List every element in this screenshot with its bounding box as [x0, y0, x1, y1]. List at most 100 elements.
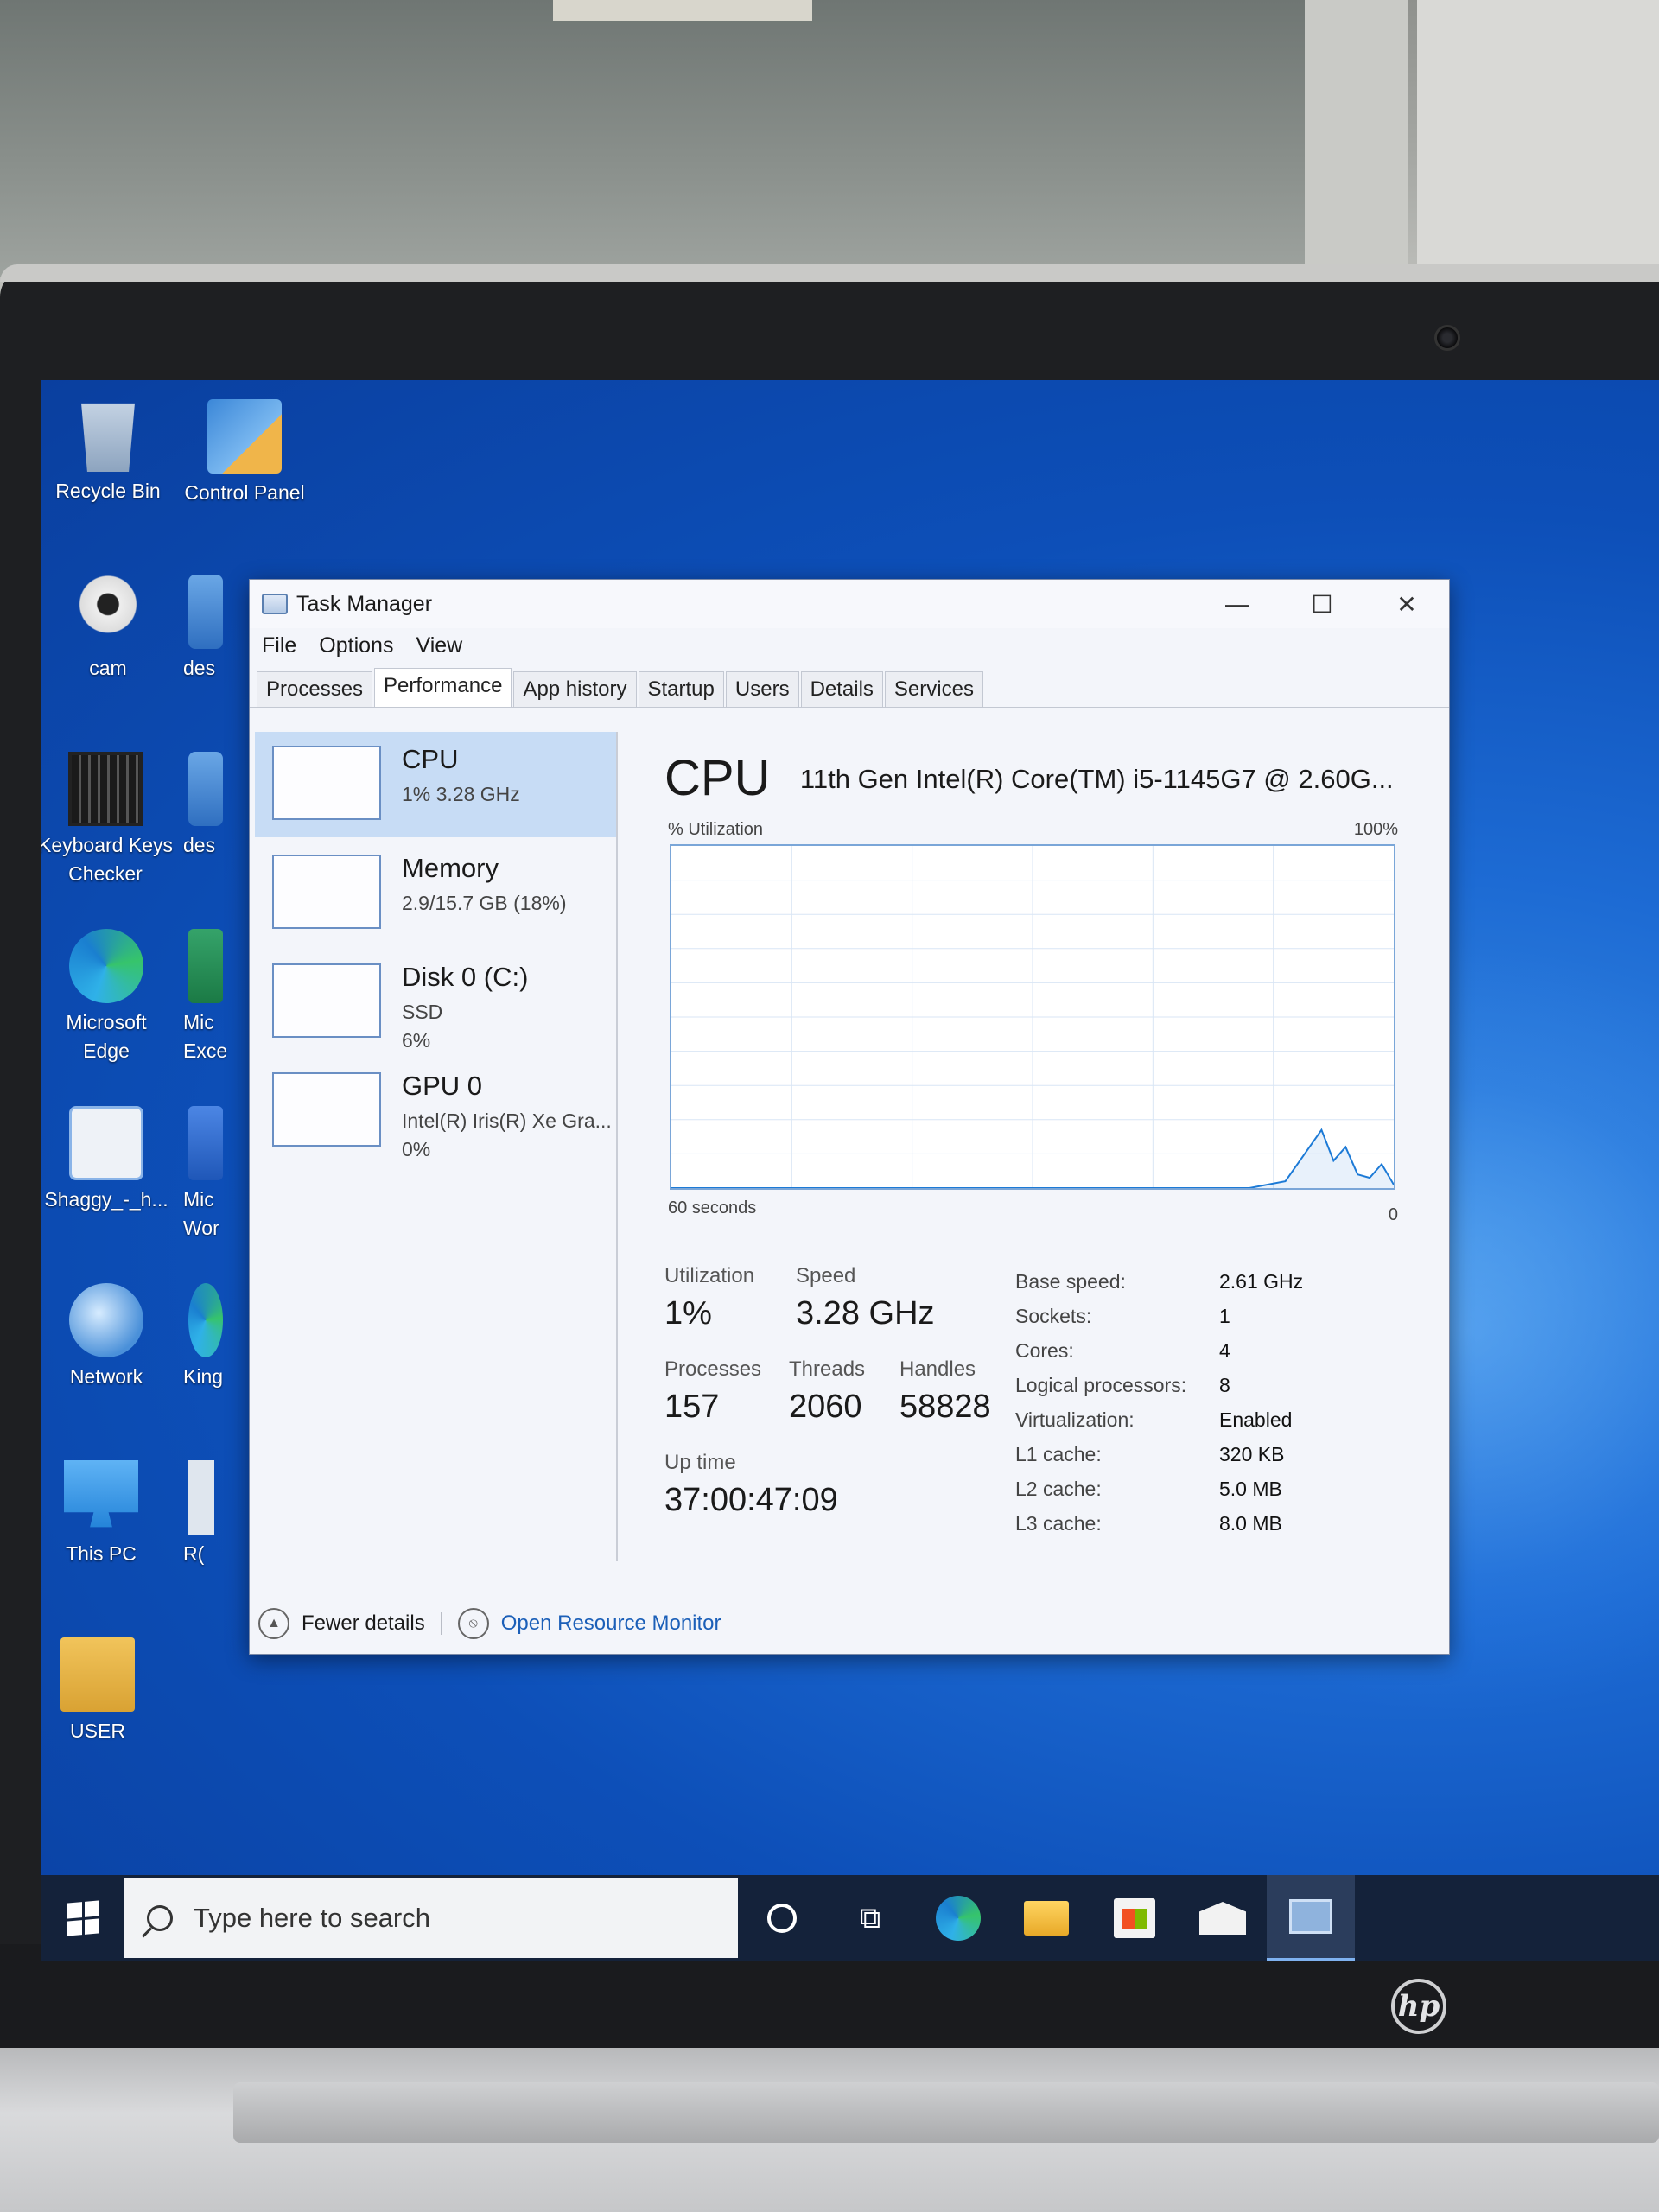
tab-startup[interactable]: Startup [638, 671, 724, 707]
background-window [0, 0, 1382, 276]
tab-details[interactable]: Details [800, 671, 883, 707]
sidebar-item-disk[interactable]: Disk 0 (C:) SSD 6% [255, 950, 616, 1055]
gpu-thumbnail-graph [272, 1072, 381, 1147]
desktop-icon-user[interactable]: USER [41, 1637, 162, 1745]
taskbar-mail[interactable] [1179, 1875, 1267, 1961]
close-button[interactable]: ✕ [1364, 580, 1449, 628]
x-axis-label: 60 seconds [668, 1198, 757, 1217]
open-resource-monitor-link[interactable]: Open Resource Monitor [501, 1611, 721, 1636]
mail-icon [1199, 1902, 1246, 1935]
edge-icon [69, 929, 143, 1003]
start-button[interactable] [41, 1875, 124, 1961]
spec-key: Cores: [1015, 1338, 1074, 1362]
spec-key: Logical processors: [1015, 1373, 1187, 1396]
stat-utilization: Utilization 1% [664, 1264, 754, 1332]
x-axis-min: 0 [1388, 1205, 1398, 1224]
sidebar-item-sub: 2.9/15.7 GB (18%) [402, 892, 567, 914]
laptop-base [0, 2048, 1659, 2212]
taskbar-store[interactable] [1090, 1875, 1179, 1961]
stat-value: 157 [664, 1389, 720, 1425]
spec-value: 5.0 MB [1219, 1477, 1282, 1500]
tab-strip: Processes Performance App history Startu… [250, 663, 1449, 708]
sidebar-item-sub: SSD [402, 1001, 443, 1023]
spec-value: 4 [1219, 1338, 1230, 1362]
menu-file[interactable]: File [262, 633, 296, 658]
cortana-button[interactable] [738, 1875, 826, 1961]
desktop-icon-label: R( [183, 1542, 205, 1565]
spec-value: 8 [1219, 1373, 1230, 1396]
stat-label: Handles [899, 1357, 976, 1381]
desktop-icon-cam[interactable]: cam [43, 575, 173, 683]
hp-logo: hp [1391, 1979, 1446, 2034]
spec-key: Sockets: [1015, 1304, 1092, 1327]
spec-value: 1 [1219, 1304, 1230, 1327]
desktop-icon-des-2[interactable]: des [171, 752, 249, 860]
sidebar-item-cpu[interactable]: CPU 1% 3.28 GHz [255, 732, 616, 837]
desktop-icon-r[interactable]: R( [171, 1460, 249, 1568]
desktop-icon-recycle-bin[interactable]: Recycle Bin [43, 397, 173, 505]
desktop-icon-label: des [183, 834, 216, 856]
file-icon [188, 1460, 214, 1535]
sidebar-item-memory[interactable]: Memory 2.9/15.7 GB (18%) [255, 841, 616, 946]
taskbar-edge[interactable] [914, 1875, 1002, 1961]
desktop-icon-this-pc[interactable]: This PC [41, 1460, 166, 1568]
desktop-icon-control-panel[interactable]: Control Panel [180, 399, 309, 507]
stat-threads: Threads 2060 [789, 1357, 865, 1426]
task-manager-window: Task Manager — ☐ ✕ File Options View Pro… [249, 579, 1450, 1655]
desktop-icon-edge[interactable]: Microsoft Edge [41, 929, 171, 1066]
stat-processes: Processes 157 [664, 1357, 761, 1426]
graph-axis-top: % Utilization 100% [668, 820, 1398, 840]
desktop-icon-label: Recycle Bin [55, 480, 161, 502]
tab-app-history[interactable]: App history [513, 671, 637, 707]
desktop-icon-label: Control Panel [184, 481, 305, 504]
spec-value: 8.0 MB [1219, 1511, 1282, 1535]
spec-row: L2 cache: 5.0 MB [1015, 1471, 1430, 1506]
stat-value: 1% [664, 1295, 712, 1332]
desktop-icon-king[interactable]: King [171, 1283, 249, 1391]
menu-view[interactable]: View [416, 633, 462, 658]
desktop-icon-network[interactable]: Network [41, 1283, 171, 1391]
sidebar-item-gpu[interactable]: GPU 0 Intel(R) Iris(R) Xe Gra... 0% [255, 1058, 616, 1164]
spec-value: 320 KB [1219, 1442, 1285, 1465]
tab-users[interactable]: Users [725, 671, 799, 707]
desktop-icon-word[interactable]: Mic Wor [171, 1106, 249, 1243]
task-view-button[interactable]: ⧉ [826, 1875, 914, 1961]
chevron-up-icon[interactable]: ▲ [258, 1608, 289, 1639]
title-bar[interactable]: Task Manager — ☐ ✕ [250, 580, 1449, 628]
stat-uptime: Up time 37:00:47:09 [664, 1451, 838, 1519]
footer-divider [440, 1612, 442, 1635]
stat-label: Processes [664, 1357, 762, 1381]
desktop-icon-label: Keyboard Keys Checker [41, 834, 173, 886]
desktop-icon-des-1[interactable]: des [171, 575, 249, 683]
stat-label: Threads [789, 1357, 866, 1381]
menu-bar: File Options View [250, 628, 1449, 663]
taskbar-task-manager[interactable] [1267, 1875, 1355, 1961]
edge-icon [936, 1896, 981, 1941]
app-icon [188, 1283, 223, 1357]
sidebar-item-name: Disk 0 (C:) [402, 962, 529, 992]
word-icon [188, 1106, 223, 1180]
gear-icon [188, 752, 223, 826]
sidebar-item-sub-2: 0% [402, 1138, 431, 1161]
minimize-button[interactable]: — [1195, 580, 1280, 628]
fewer-details-link[interactable]: Fewer details [302, 1611, 425, 1636]
maximize-button[interactable]: ☐ [1280, 580, 1364, 628]
desktop-icon-keyboard-checker[interactable]: Keyboard Keys Checker [41, 752, 175, 889]
sidebar-item-name: GPU 0 [402, 1071, 483, 1101]
desktop-icon-excel[interactable]: Mic Exce [171, 929, 249, 1066]
cpu-graph-svg [671, 846, 1394, 1188]
desktop-icon-shaggy[interactable]: Shaggy_-_h... [41, 1106, 171, 1214]
desktop-icon-label: Microsoft Edge [66, 1011, 147, 1063]
tab-services[interactable]: Services [884, 671, 983, 707]
tab-performance[interactable]: Performance [374, 668, 512, 707]
desktop-icon-label: Mic Exce [183, 1011, 228, 1063]
spec-value: 2.61 GHz [1219, 1269, 1304, 1293]
menu-options[interactable]: Options [319, 633, 393, 658]
tab-processes[interactable]: Processes [257, 671, 373, 707]
desktop-icon-label: USER [70, 1719, 125, 1742]
taskbar-file-explorer[interactable] [1002, 1875, 1090, 1961]
spec-key: Virtualization: [1015, 1408, 1135, 1431]
spec-row: Sockets: 1 [1015, 1299, 1430, 1333]
network-icon [69, 1283, 143, 1357]
taskbar-search-box[interactable]: Type here to search [124, 1878, 738, 1958]
